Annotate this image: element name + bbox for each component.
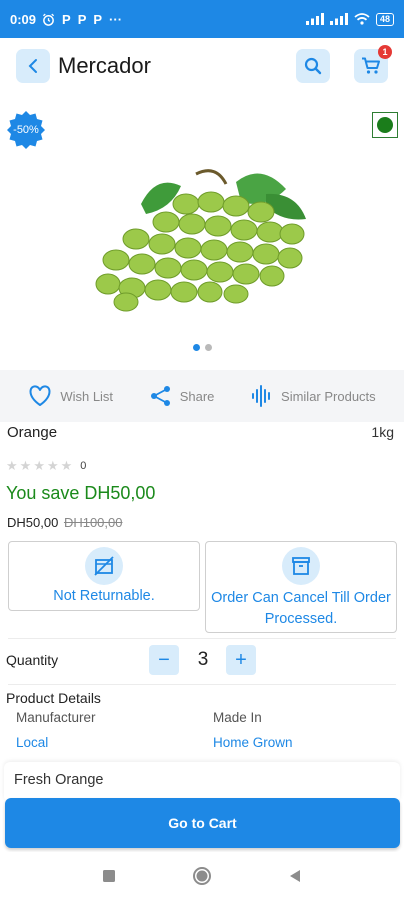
quantity-decrease-button[interactable]: − (149, 645, 179, 675)
star-icon: ★ (6, 458, 18, 473)
search-icon (304, 57, 322, 75)
status-time: 0:09 (10, 11, 37, 27)
p-icon: P (93, 11, 103, 27)
description-box: Fresh Orange (4, 762, 400, 802)
go-to-cart-label: Go to Cart (168, 815, 237, 831)
divider (8, 638, 396, 639)
cart-icon (362, 57, 380, 74)
signal-icon (305, 13, 324, 25)
alarm-icon (42, 13, 55, 26)
return-policy-text: Not Returnable. (53, 588, 155, 604)
quantity-value: 3 (197, 649, 209, 670)
home-icon[interactable] (192, 866, 212, 886)
heart-icon (29, 385, 51, 406)
more-icon: ··· (109, 11, 123, 27)
cart-count-badge: 1 (378, 45, 392, 59)
star-icon: ★ (60, 458, 73, 473)
share-icon (150, 386, 170, 406)
notification-icons: P P P ··· (42, 12, 122, 27)
signal-icon (329, 13, 348, 25)
no-return-icon (85, 547, 123, 585)
p-icon: P (77, 11, 87, 27)
plus-icon: + (235, 648, 247, 671)
manufacturer-label: Manufacturer (16, 710, 96, 725)
savings-text: You save DH50,00 (6, 483, 156, 503)
price-row: DH50,00 DH100,00 (7, 515, 122, 530)
product-description: Fresh Orange (14, 772, 104, 788)
divider (8, 684, 396, 685)
product-name: Orange (7, 424, 58, 441)
similar-products-label: Similar Products (281, 388, 376, 404)
quantity-increase-button[interactable]: + (226, 645, 256, 675)
share-button[interactable]: Share (150, 385, 215, 407)
similar-products-button[interactable]: Similar Products (251, 385, 376, 407)
veg-indicator-icon (372, 112, 398, 138)
cart-button[interactable]: 1 (354, 45, 392, 83)
made-in-label: Made In (213, 710, 262, 725)
made-in-value[interactable]: Home Grown (213, 735, 293, 750)
quantity-label: Quantity (6, 652, 59, 668)
back-nav-icon[interactable] (288, 869, 302, 883)
system-nav-bar (0, 852, 404, 900)
cancel-policy-text: Order Can Cancel Till Order Processed. (211, 590, 391, 627)
star-icon: ★ (19, 458, 32, 473)
rating-stars: ★ ★ ★ ★ ★ 0 (6, 458, 86, 474)
cancel-policy-card: Order Can Cancel Till Order Processed. (205, 541, 397, 633)
battery-icon: 48 (375, 12, 394, 26)
product-actions: Wish List Share Similar Products (0, 370, 404, 422)
wifi-icon (354, 13, 370, 25)
rating-count: 0 (80, 460, 87, 472)
audio-wave-icon (252, 385, 271, 407)
carousel-dot[interactable] (204, 344, 212, 351)
manufacturer-value[interactable]: Local (16, 735, 48, 750)
app-bar: Mercador 1 (0, 38, 404, 94)
app-title: Mercador (58, 53, 151, 78)
minus-icon: − (158, 648, 170, 671)
back-button[interactable] (16, 49, 50, 83)
product-image-carousel[interactable]: -50% (0, 94, 404, 366)
star-icon: ★ (33, 458, 45, 473)
star-icon: ★ (46, 458, 59, 473)
return-policy-card: Not Returnable. (8, 541, 200, 611)
box-icon (282, 547, 320, 585)
original-price: DH100,00 (63, 515, 123, 530)
chevron-left-icon (28, 59, 37, 73)
go-to-cart-button[interactable]: Go to Cart (5, 798, 400, 848)
product-details-title: Product Details (6, 690, 101, 706)
grapes-image (95, 169, 306, 312)
search-button[interactable] (296, 49, 330, 83)
current-price: DH50,00 (7, 515, 59, 530)
wishlist-label: Wish List (60, 388, 114, 404)
discount-text: -50% (13, 124, 39, 136)
status-bar: 0:09 P P P ··· 48 (0, 0, 404, 38)
carousel-dots (0, 344, 404, 351)
product-unit: 1kg (371, 424, 394, 440)
discount-badge: -50% (6, 110, 46, 150)
share-label: Share (179, 388, 215, 404)
p-icon: P (62, 11, 71, 27)
wishlist-button[interactable]: Wish List (28, 385, 113, 407)
recents-icon[interactable] (102, 869, 116, 883)
carousel-dot[interactable] (192, 344, 200, 351)
